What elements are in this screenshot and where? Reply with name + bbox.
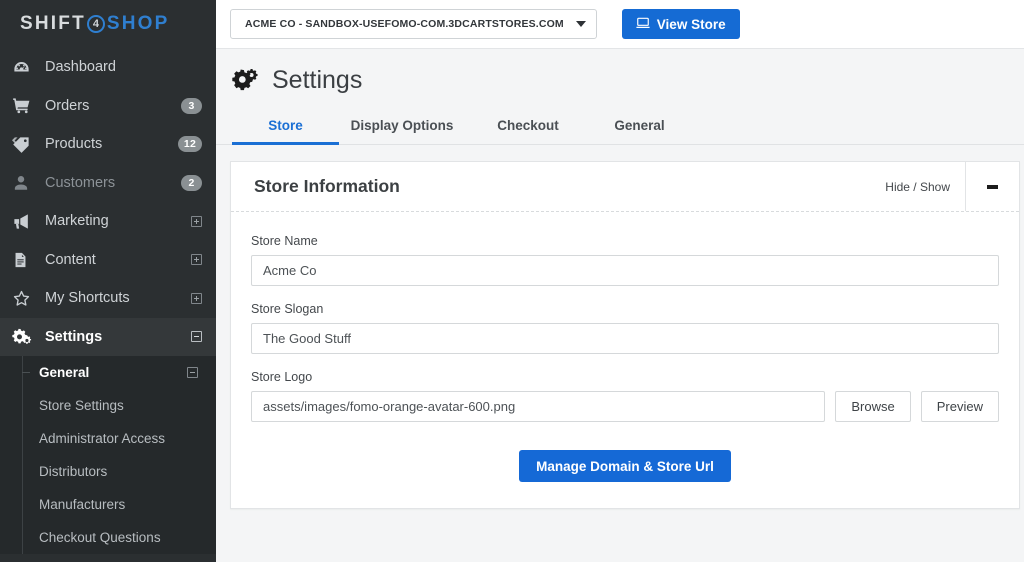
expand-plus-icon[interactable]	[191, 215, 202, 227]
sidebar-nav: Dashboard Orders 3 Products 12 Customers…	[0, 48, 216, 356]
sidebar-subitem-label: General	[39, 365, 90, 380]
chevron-down-icon	[575, 21, 586, 27]
minus-icon	[987, 184, 998, 189]
sidebar-badge-orders: 3	[181, 97, 202, 114]
store-name-label: Store Name	[251, 234, 318, 248]
store-slogan-label: Store Slogan	[251, 302, 324, 316]
sidebar-subitem-store-settings[interactable]: Store Settings	[22, 389, 216, 422]
collapse-minus-icon[interactable]	[187, 367, 198, 378]
monitor-icon	[636, 16, 650, 33]
sidebar-subitem-general[interactable]: General	[22, 356, 216, 389]
store-information-panel: Store Information Hide / Show Store Name…	[230, 161, 1020, 509]
sidebar-submenu-settings: General Store Settings Administrator Acc…	[0, 356, 216, 554]
document-icon	[12, 250, 40, 270]
store-selector-value: ACME CO - SANDBOX-USEFOMO-COM.3DCARTSTOR…	[245, 18, 564, 30]
top-bar: ACME CO - SANDBOX-USEFOMO-COM.3DCARTSTOR…	[216, 0, 1024, 49]
store-name-input[interactable]	[251, 255, 999, 286]
sidebar-item-label: Orders	[45, 97, 90, 114]
expand-plus-icon[interactable]	[191, 254, 202, 266]
sidebar-item-label: Dashboard	[45, 59, 116, 76]
sidebar-subitem-label: Distributors	[39, 464, 108, 479]
tag-icon	[12, 134, 40, 154]
sidebar-item-customers[interactable]: Customers 2	[0, 164, 216, 203]
tab-store[interactable]: Store	[232, 109, 339, 145]
sidebar-item-marketing[interactable]: Marketing	[0, 202, 216, 241]
sidebar-item-label: Settings	[45, 328, 103, 345]
browse-button[interactable]: Browse	[835, 391, 911, 422]
sidebar-item-label: My Shortcuts	[45, 290, 130, 307]
logo-text-shop: SHOP	[106, 13, 170, 34]
speedometer-icon	[12, 57, 40, 77]
sidebar-item-orders[interactable]: Orders 3	[0, 87, 216, 126]
logo-text-shift: SHIFT	[20, 13, 86, 34]
sidebar-subitem-label: Store Settings	[39, 398, 124, 413]
store-slogan-input[interactable]	[251, 323, 999, 354]
tab-general[interactable]: General	[591, 109, 688, 145]
main-content: ACME CO - SANDBOX-USEFOMO-COM.3DCARTSTOR…	[216, 0, 1024, 562]
expand-plus-icon[interactable]	[191, 292, 202, 304]
hide-show-toggle[interactable]: Hide / Show	[885, 180, 950, 194]
sidebar-item-products[interactable]: Products 12	[0, 125, 216, 164]
logo-four-badge: 4	[86, 15, 105, 33]
sidebar-item-my-shortcuts[interactable]: My Shortcuts	[0, 279, 216, 318]
star-icon	[12, 288, 40, 308]
panel-title: Store Information	[254, 176, 400, 196]
panel-header: Store Information Hide / Show	[231, 162, 1019, 212]
view-store-button[interactable]: View Store	[621, 9, 740, 39]
sidebar-subitem-checkout-questions[interactable]: Checkout Questions	[22, 521, 216, 554]
megaphone-icon	[12, 211, 40, 231]
page-header: Settings	[216, 49, 1024, 95]
sidebar-item-label: Content	[45, 251, 96, 268]
store-slogan-field: Store Slogan	[251, 302, 999, 354]
panel-container: Store Information Hide / Show Store Name…	[216, 145, 1024, 509]
sidebar-subitem-manufacturers[interactable]: Manufacturers	[22, 488, 216, 521]
store-logo-label: Store Logo	[251, 370, 313, 384]
tab-display-options[interactable]: Display Options	[339, 109, 465, 145]
user-icon	[12, 173, 40, 193]
page-title: Settings	[272, 66, 363, 94]
store-logo-field: Store Logo Browse Preview	[251, 370, 999, 422]
collapse-minus-icon[interactable]	[191, 331, 202, 343]
sidebar-subitem-administrator-access[interactable]: Administrator Access	[22, 422, 216, 455]
brand-logo[interactable]: SHIFT 4 SHOP	[0, 0, 216, 48]
panel-collapse-button[interactable]	[965, 162, 1019, 211]
gears-icon	[232, 68, 259, 93]
preview-button[interactable]: Preview	[920, 391, 999, 422]
sidebar-item-content[interactable]: Content	[0, 241, 216, 280]
manage-domain-store-url-button[interactable]: Manage Domain & Store Url	[519, 450, 731, 482]
gears-icon	[12, 327, 40, 347]
store-name-field: Store Name	[251, 234, 999, 286]
store-selector-dropdown[interactable]: ACME CO - SANDBOX-USEFOMO-COM.3DCARTSTOR…	[230, 9, 597, 39]
panel-body: Store Name Store Slogan Store Logo Brows…	[231, 212, 1019, 508]
panel-actions: Manage Domain & Store Url	[251, 450, 999, 482]
sidebar-badge-products: 12	[177, 136, 202, 153]
sidebar: SHIFT 4 SHOP Dashboard Orders 3 Products…	[0, 0, 216, 562]
sidebar-item-label: Marketing	[45, 213, 109, 230]
sidebar-item-label: Customers	[45, 174, 116, 191]
sidebar-badge-customers: 2	[181, 174, 202, 191]
settings-tabs: Store Display Options Checkout General	[216, 109, 1024, 145]
admin-window: SHIFT 4 SHOP Dashboard Orders 3 Products…	[0, 0, 1024, 562]
sidebar-item-label: Products	[45, 136, 103, 153]
sidebar-item-settings[interactable]: Settings	[0, 317, 216, 356]
sidebar-subitem-label: Manufacturers	[39, 497, 126, 512]
sidebar-subitem-label: Administrator Access	[39, 431, 166, 446]
cart-icon	[12, 96, 40, 116]
sidebar-subitem-label: Checkout Questions	[39, 530, 161, 545]
view-store-label: View Store	[656, 16, 726, 32]
tab-checkout[interactable]: Checkout	[465, 109, 591, 145]
sidebar-item-dashboard[interactable]: Dashboard	[0, 48, 216, 87]
sidebar-subitem-distributors[interactable]: Distributors	[22, 455, 216, 488]
store-logo-input[interactable]	[251, 391, 826, 422]
